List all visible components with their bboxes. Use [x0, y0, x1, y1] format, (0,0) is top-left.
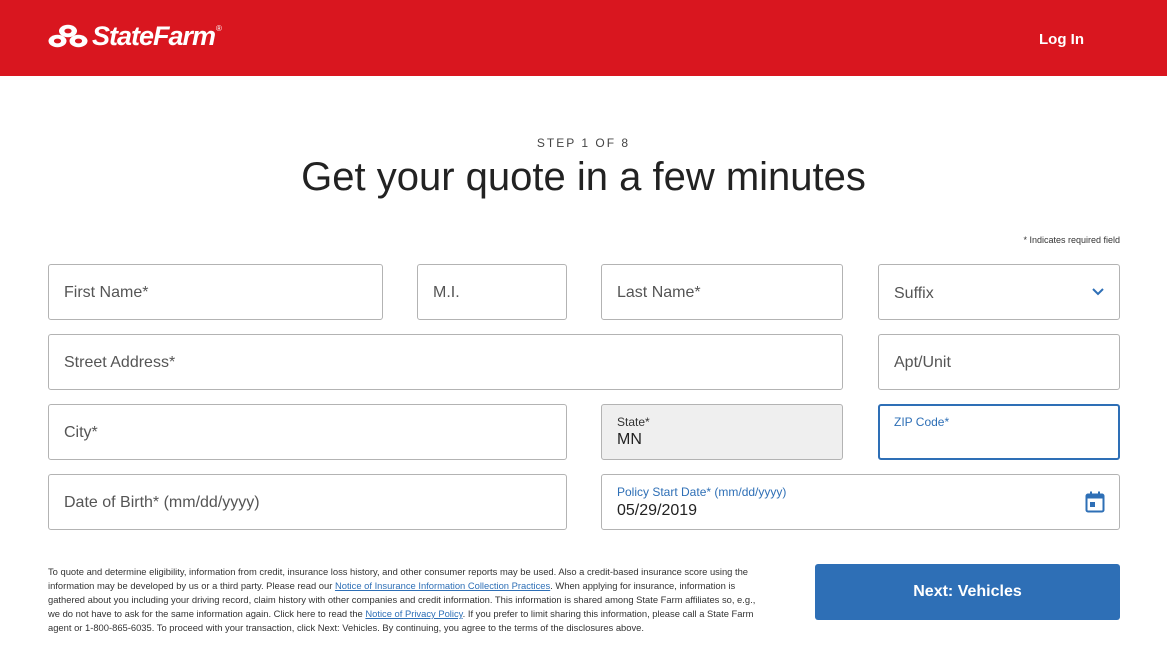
suffix-select[interactable]: Suffix	[878, 264, 1120, 320]
chevron-down-icon	[1092, 288, 1104, 296]
state-farm-logo[interactable]: StateFarm ®	[48, 21, 222, 51]
date-of-birth-input[interactable]: Date of Birth* (mm/dd/yyyy)	[48, 474, 567, 530]
privacy-policy-link[interactable]: Notice of Privacy Policy	[365, 608, 462, 619]
city-input[interactable]: City*	[48, 404, 567, 460]
middle-initial-placeholder: M.I.	[433, 284, 460, 301]
step-indicator: STEP 1 OF 8	[536, 136, 631, 150]
brand-name: StateFarm	[92, 20, 216, 51]
state-field: State* MN	[601, 404, 843, 460]
first-name-placeholder: First Name*	[64, 284, 149, 301]
required-field-note: * Indicates required field	[1023, 235, 1120, 245]
first-name-input[interactable]: First Name*	[48, 264, 383, 320]
policy-start-date-label: Policy Start Date* (mm/dd/yyyy)	[617, 485, 787, 499]
state-label: State*	[617, 415, 650, 429]
street-address-input[interactable]: Street Address*	[48, 334, 843, 390]
city-placeholder: City*	[64, 424, 98, 441]
street-address-placeholder: Street Address*	[64, 354, 176, 371]
apt-unit-placeholder: Apt/Unit	[894, 354, 951, 371]
policy-start-date-input[interactable]: Policy Start Date* (mm/dd/yyyy) 05/29/20…	[601, 474, 1120, 530]
three-ovals-logo-icon	[48, 24, 88, 48]
insurance-info-collection-link[interactable]: Notice of Insurance Information Collecti…	[335, 580, 550, 591]
suffix-placeholder: Suffix	[894, 285, 934, 302]
apt-unit-input[interactable]: Apt/Unit	[878, 334, 1120, 390]
disclosure-text: To quote and determine eligibility, info…	[48, 565, 758, 635]
middle-initial-input[interactable]: M.I.	[417, 264, 567, 320]
state-value: MN	[617, 431, 642, 448]
last-name-placeholder: Last Name*	[617, 284, 701, 301]
site-header: StateFarm ® Log In	[0, 0, 1167, 76]
calendar-icon[interactable]	[1085, 491, 1105, 513]
date-of-birth-placeholder: Date of Birth* (mm/dd/yyyy)	[64, 494, 260, 511]
zip-code-input[interactable]: ZIP Code*	[878, 404, 1120, 460]
login-link[interactable]: Log In	[1039, 31, 1084, 48]
policy-start-date-value: 05/29/2019	[617, 502, 698, 519]
next-vehicles-button[interactable]: Next: Vehicles	[815, 564, 1120, 620]
brand-registered-mark: ®	[216, 23, 222, 33]
zip-code-label: ZIP Code*	[894, 415, 950, 429]
page-title: Get your quote in a few minutes	[301, 155, 866, 199]
last-name-input[interactable]: Last Name*	[601, 264, 843, 320]
